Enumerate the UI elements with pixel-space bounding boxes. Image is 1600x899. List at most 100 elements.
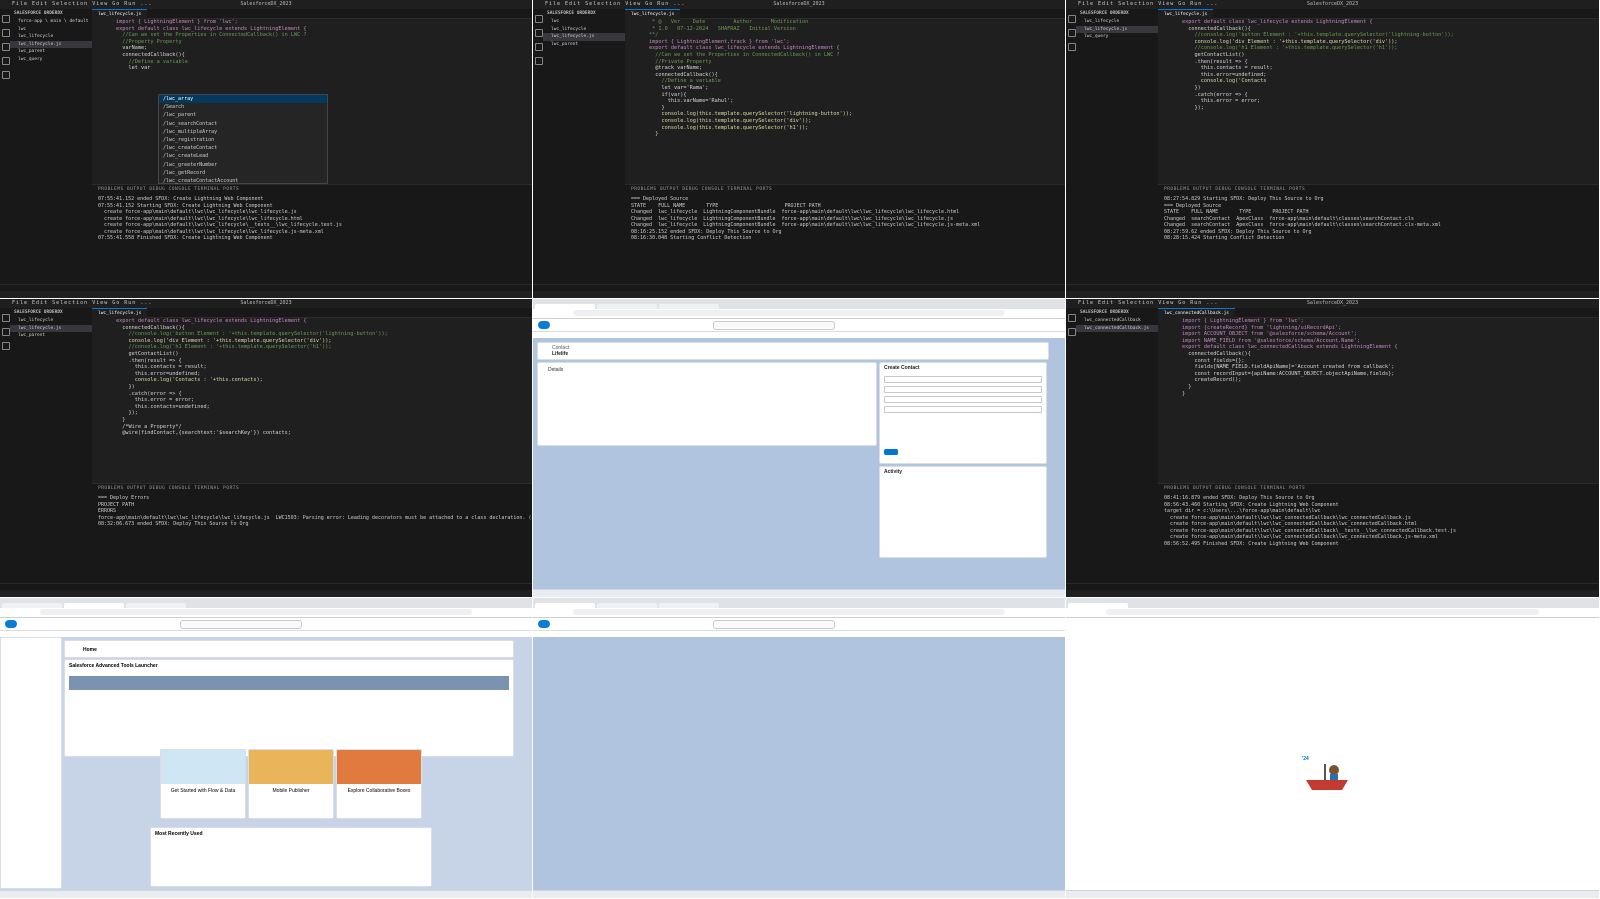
terminal-line: 08:56:52.495 Finished SFDX: Create Light… (1164, 540, 1339, 547)
tree-item[interactable]: lwc_lifecycle (543, 26, 625, 34)
tree-item-selected[interactable]: lwc_lifecycle.js (10, 324, 92, 332)
tree-item-selected[interactable]: lwc_lifecycle.js (1076, 25, 1158, 33)
setup-home-header: Home (64, 640, 514, 658)
tree-item[interactable]: lwc_lifecycle (10, 33, 92, 41)
feature-card-1[interactable]: Get Started with Flow & Data (160, 749, 246, 819)
editor-area[interactable]: lwc_lifecycle.js export default class lw… (92, 308, 532, 483)
code-line: let var='Rama'; (649, 84, 709, 91)
files-icon[interactable] (2, 15, 10, 23)
tree-item[interactable]: lwc_parent (543, 41, 625, 49)
files-icon[interactable] (535, 15, 543, 23)
panel-tabs[interactable]: PROBLEMS OUTPUT DEBUG CONSOLE TERMINAL P… (1158, 185, 1599, 194)
tree-item[interactable]: lwc_parent (10, 332, 92, 340)
search-icon[interactable] (2, 328, 10, 336)
tree-item[interactable]: lwc (543, 18, 625, 26)
record-page: Contact Lifelife Details Create Contact … (533, 338, 1065, 590)
tab-lifecycle[interactable]: lwc_lifecycle.js (625, 9, 681, 19)
browser-tabs (533, 598, 1065, 611)
tree-item-selected[interactable]: lwc_lifecycle.js (10, 40, 92, 48)
autocomplete-item[interactable]: /lwc_getRecord (159, 169, 327, 177)
code-line: connectedCallback(){ (649, 71, 718, 78)
autocomplete-item[interactable]: /lwc_greeterNumber (159, 161, 327, 169)
tree-item[interactable]: lwc_connectedCallback (1076, 317, 1158, 325)
tree-item[interactable]: lwc_parent (10, 48, 92, 56)
address-bar[interactable] (533, 309, 1065, 319)
search-icon[interactable] (1068, 29, 1076, 37)
search-icon[interactable] (2, 29, 10, 37)
email-field[interactable] (884, 396, 1042, 403)
source-control-icon[interactable] (1068, 43, 1076, 51)
first-name-field[interactable] (884, 376, 1042, 383)
phone-field[interactable] (884, 406, 1042, 413)
global-search-input[interactable] (180, 620, 302, 629)
code-line: } (649, 131, 659, 138)
files-icon[interactable] (1068, 15, 1076, 23)
files-icon[interactable] (2, 314, 10, 322)
tree-item[interactable]: force-app \ main \ default (10, 18, 92, 26)
window-title: SalesforceDX_2023 (240, 300, 292, 306)
tab-lifecycle[interactable]: lwc_lifecycle.js (1158, 9, 1214, 19)
address-bar[interactable] (0, 608, 532, 618)
autocomplete-popup[interactable]: /lwc_array/Search/lwc_parent/lwc_searchC… (158, 94, 328, 192)
panel-tabs[interactable]: PROBLEMS OUTPUT DEBUG CONSOLE TERMINAL P… (92, 185, 532, 194)
run-icon[interactable] (2, 57, 10, 65)
autocomplete-item[interactable]: /lwc_searchContact (159, 120, 327, 128)
tab-lifecycle[interactable]: lwc_lifecycle.js (92, 9, 148, 19)
autocomplete-item[interactable]: /lwc_registration (159, 136, 327, 144)
salesforce-logo-icon (538, 620, 550, 628)
save-button[interactable] (884, 449, 898, 455)
tree-item[interactable]: lwc_query (1076, 33, 1158, 41)
tab-callback[interactable]: lwc_connectedCallback.js (1158, 308, 1236, 318)
editor-area[interactable]: lwc_lifecycle.js export default class lw… (1158, 9, 1599, 184)
code-line: //console.log('h1 Element : '+this.templ… (116, 344, 332, 351)
window-title: SalesforceDX_2023 (1306, 300, 1359, 306)
address-bar[interactable] (533, 608, 1065, 618)
search-icon[interactable] (1068, 328, 1076, 336)
tree-item[interactable]: lwc_lifecycle (10, 317, 92, 325)
panel-tabs[interactable]: PROBLEMS OUTPUT DEBUG CONSOLE TERMINAL P… (1158, 484, 1599, 493)
feature-card-title: Explore Collaborative Boxes (347, 788, 411, 794)
tree-item[interactable]: lwc_query (10, 56, 92, 64)
code-line: connectedCallback(){ (116, 324, 185, 331)
feature-card-3[interactable]: Explore Collaborative Boxes (336, 749, 422, 819)
files-icon[interactable] (1068, 314, 1076, 322)
terminal-line: 08:16:30.048 Starting Conflict Detection (631, 235, 752, 241)
autocomplete-item[interactable]: /lwc_multipleArray (159, 128, 327, 136)
panel-tabs[interactable]: PROBLEMS OUTPUT DEBUG CONSOLE TERMINAL P… (92, 484, 532, 493)
editor-area[interactable]: lwc_lifecycle.js import { LightningEleme… (92, 9, 532, 192)
address-bar[interactable] (1066, 608, 1599, 618)
tree-item-selected[interactable]: lwc_lifecycle.js (543, 33, 625, 41)
panel-tabs[interactable]: PROBLEMS OUTPUT DEBUG CONSOLE TERMINAL P… (625, 185, 1065, 194)
tree-item[interactable]: lwc (10, 26, 92, 34)
search-icon[interactable] (535, 29, 543, 37)
salesforce-splash-logo: '24 (1302, 756, 1352, 797)
extensions-icon[interactable] (2, 71, 10, 79)
page-title: Home (83, 647, 97, 653)
source-control-icon[interactable] (2, 43, 10, 51)
autocomplete-item[interactable]: /lwc_createLead (159, 152, 327, 160)
autocomplete-item[interactable]: /Search (159, 103, 327, 111)
autocomplete-item[interactable]: /lwc_parent (159, 111, 327, 119)
taskbar (1066, 890, 1599, 898)
feature-card-2[interactable]: Mobile Publisher (248, 749, 334, 819)
autocomplete-item[interactable]: /lwc_array (159, 95, 327, 104)
source-control-icon[interactable] (2, 342, 10, 350)
status-bar (1066, 583, 1599, 590)
source-control-icon[interactable] (535, 43, 543, 51)
activity-title: Activity (884, 469, 903, 475)
tree-item[interactable]: lwc_lifecycle (1076, 18, 1158, 26)
boat-icon (1306, 764, 1348, 790)
autocomplete-item[interactable]: /lwc_createContact (159, 144, 327, 152)
tab-details[interactable]: Details (548, 367, 563, 373)
tree-item-selected[interactable]: lwc_connectedCallback.js (1076, 324, 1158, 332)
code-line: const fields={}; (1182, 357, 1245, 364)
last-name-field[interactable] (884, 386, 1042, 393)
code-line: createRecord(); (1182, 377, 1242, 384)
editor-area[interactable]: lwc_lifecycle.js * @ Ver Date Author Mod… (625, 9, 1065, 184)
extensions-icon[interactable] (535, 57, 543, 65)
tab-lifecycle[interactable]: lwc_lifecycle.js (92, 308, 148, 318)
global-search-input[interactable] (713, 620, 835, 629)
editor-area[interactable]: lwc_connectedCallback.js import { Lightn… (1158, 308, 1599, 483)
code-line: .then(result => { (116, 357, 182, 364)
global-search-input[interactable] (713, 321, 835, 330)
